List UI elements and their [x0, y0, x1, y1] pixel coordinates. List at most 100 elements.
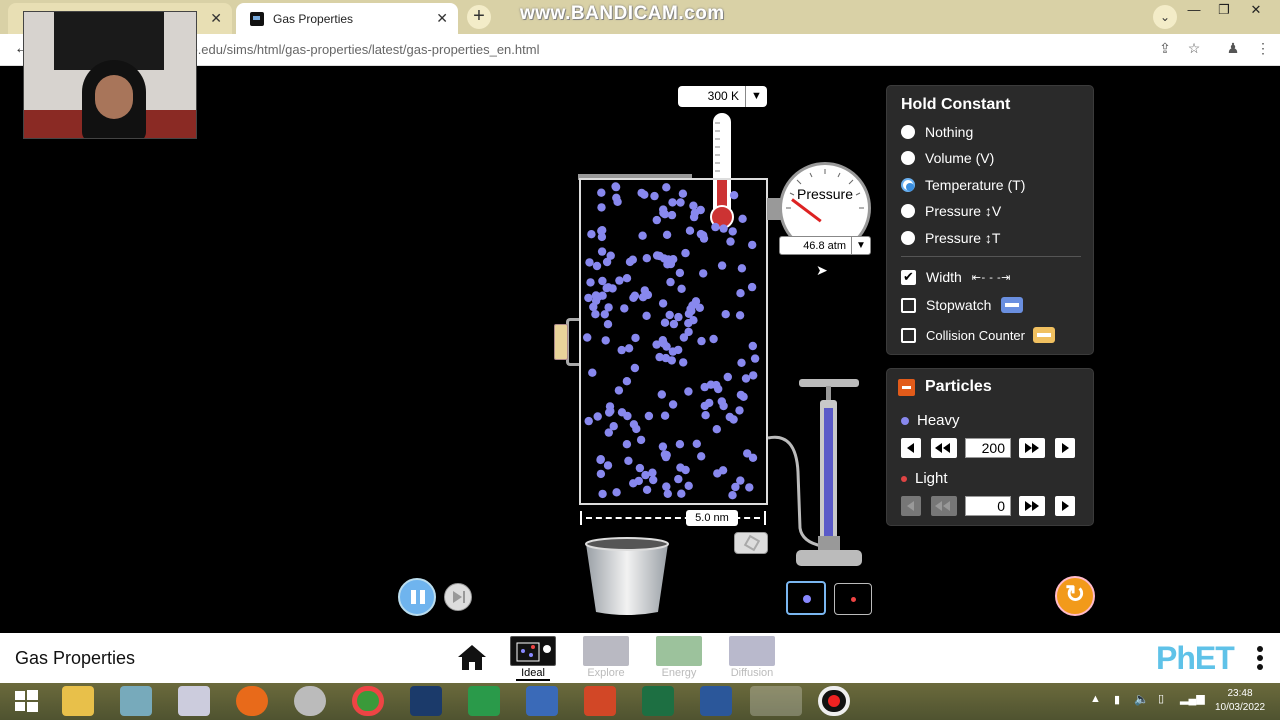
heavy-particle	[652, 340, 661, 349]
decrement-one-button[interactable]	[901, 438, 921, 458]
heavy-particle	[615, 276, 624, 285]
decrement-many-button[interactable]	[931, 438, 957, 458]
heavy-particle	[638, 231, 647, 240]
extension-icon[interactable]: ♟	[1224, 40, 1242, 57]
paint-app-icon[interactable]	[294, 686, 326, 716]
heavy-particle	[711, 222, 720, 232]
powerpoint-icon[interactable]	[584, 686, 616, 716]
particle-field	[583, 182, 760, 500]
energy-thumbnail	[656, 636, 702, 666]
increment-one-button[interactable]	[1055, 438, 1075, 458]
close-tab-icon[interactable]: ✕	[210, 10, 222, 27]
pen-app-icon[interactable]	[526, 686, 558, 716]
browser-tab-active[interactable]: Gas Properties ✕	[236, 3, 458, 34]
restore-icon[interactable]: ❐	[1210, 2, 1238, 22]
decrement-many-button[interactable]	[931, 496, 957, 516]
heavy-particle	[748, 453, 758, 462]
system-clock[interactable]: 23:48 10/03/2022	[1208, 687, 1272, 715]
increment-many-button[interactable]	[1019, 496, 1045, 516]
network-icon[interactable]: ▂▄▆	[1180, 692, 1205, 705]
pressure-units-dropdown-icon[interactable]: ▼	[851, 237, 870, 254]
heavy-particle	[663, 260, 672, 269]
chrome-active-icon[interactable]	[750, 686, 802, 716]
language-icon[interactable]: ▯	[1158, 692, 1164, 705]
file-explorer-icon[interactable]	[62, 686, 94, 716]
screen-tab-ideal[interactable]: Ideal	[510, 636, 556, 681]
close-tab-icon[interactable]: ✕	[436, 10, 448, 27]
start-windows-icon[interactable]	[12, 686, 44, 716]
radio-circle-icon[interactable]	[901, 204, 915, 218]
container-resize-handle[interactable]	[554, 318, 580, 366]
close-window-icon[interactable]: ✕	[1242, 2, 1270, 22]
heavy-species-button[interactable]	[786, 581, 826, 615]
heavy-particle	[712, 425, 721, 434]
minimize-icon[interactable]: —	[1180, 2, 1208, 22]
phet-logo[interactable]: PhET	[1156, 640, 1235, 677]
heavy-count-value[interactable]: 200	[965, 438, 1011, 458]
pressure-readout[interactable]: 46.8 atm ▼	[779, 236, 871, 255]
volume-icon[interactable]: 🔈	[1134, 692, 1149, 706]
radio-pressure-v[interactable]: Pressure ↕V	[901, 201, 1001, 221]
width-ruler	[580, 509, 766, 527]
reset-all-button[interactable]: ↻	[1055, 576, 1095, 616]
step-forward-button[interactable]	[444, 583, 472, 611]
share-icon[interactable]: ⇪	[1156, 40, 1174, 57]
heavy-particle	[699, 269, 708, 278]
heavy-particle	[583, 333, 592, 342]
checkbox-collision-counter[interactable]: Collision Counter	[901, 325, 1055, 345]
battery-icon[interactable]: ▮	[1114, 693, 1120, 706]
new-tab-button[interactable]: +	[467, 5, 491, 29]
checkbox-icon[interactable]	[901, 297, 916, 313]
eraser-button[interactable]	[734, 532, 768, 554]
checkbox-width[interactable]: Width ⇤- - -⇥	[901, 267, 1011, 287]
home-icon[interactable]	[456, 643, 488, 673]
fbs-app-icon[interactable]	[468, 686, 500, 716]
notes-app-icon[interactable]	[120, 686, 152, 716]
heavy-particle	[689, 212, 699, 222]
radio-circle-icon[interactable]	[901, 231, 915, 245]
radio-pressure-t[interactable]: Pressure ↕T	[901, 228, 1000, 248]
webcam-overlay	[23, 11, 197, 139]
hold-constant-panel: Hold Constant Nothing Volume (V) Tempera…	[886, 85, 1094, 355]
keyboard-app-icon[interactable]	[178, 686, 210, 716]
temperature-units-dropdown-icon[interactable]: ▼	[745, 86, 767, 107]
temperature-readout[interactable]: 300 K ▼	[678, 86, 767, 107]
checkbox-checked-icon[interactable]	[901, 269, 916, 285]
heavy-particle	[598, 276, 607, 286]
eraser-icon	[743, 534, 761, 552]
radio-temperature[interactable]: Temperature (T)	[901, 175, 1025, 195]
heavy-particle	[741, 374, 751, 383]
tab-search-icon[interactable]: ⌄	[1153, 5, 1177, 29]
url-field[interactable]: ado.edu/sims/html/gas-properties/latest/…	[176, 43, 1136, 63]
tray-expand-icon[interactable]: ▲	[1090, 693, 1101, 705]
checkbox-icon[interactable]	[901, 327, 916, 343]
chrome-icon[interactable]	[352, 686, 384, 716]
firefox-icon[interactable]	[236, 686, 268, 716]
radio-circle-icon[interactable]	[901, 125, 915, 139]
phet-menu-icon[interactable]	[1257, 646, 1265, 670]
screen-tab-diffusion[interactable]: Diffusion	[729, 636, 775, 679]
excel-icon[interactable]	[642, 686, 674, 716]
light-species-button[interactable]	[834, 583, 872, 615]
collapse-icon[interactable]	[898, 379, 915, 396]
increment-many-button[interactable]	[1019, 438, 1045, 458]
decrement-one-button[interactable]	[901, 496, 921, 516]
radio-nothing[interactable]: Nothing	[901, 122, 973, 142]
radio-circle-icon[interactable]	[901, 151, 915, 165]
browser-menu-icon[interactable]: ⋮	[1254, 40, 1272, 57]
radio-volume[interactable]: Volume (V)	[901, 148, 994, 168]
increment-one-button[interactable]	[1055, 496, 1075, 516]
screen-tab-energy[interactable]: Energy	[656, 636, 702, 679]
checkbox-stopwatch[interactable]: Stopwatch	[901, 295, 1024, 315]
heavy-particle	[630, 291, 640, 300]
pause-button[interactable]	[398, 578, 436, 616]
heavy-particle	[689, 201, 698, 210]
radio-selected-icon[interactable]	[901, 178, 915, 192]
cc-app-icon[interactable]	[410, 686, 442, 716]
word-icon[interactable]	[700, 686, 732, 716]
bookmark-star-icon[interactable]: ☆	[1185, 40, 1203, 57]
particle-bucket[interactable]	[584, 536, 670, 616]
bandicam-record-icon[interactable]	[818, 686, 850, 716]
light-count-value[interactable]: 0	[965, 496, 1011, 516]
screen-tab-explore[interactable]: Explore	[583, 636, 629, 679]
